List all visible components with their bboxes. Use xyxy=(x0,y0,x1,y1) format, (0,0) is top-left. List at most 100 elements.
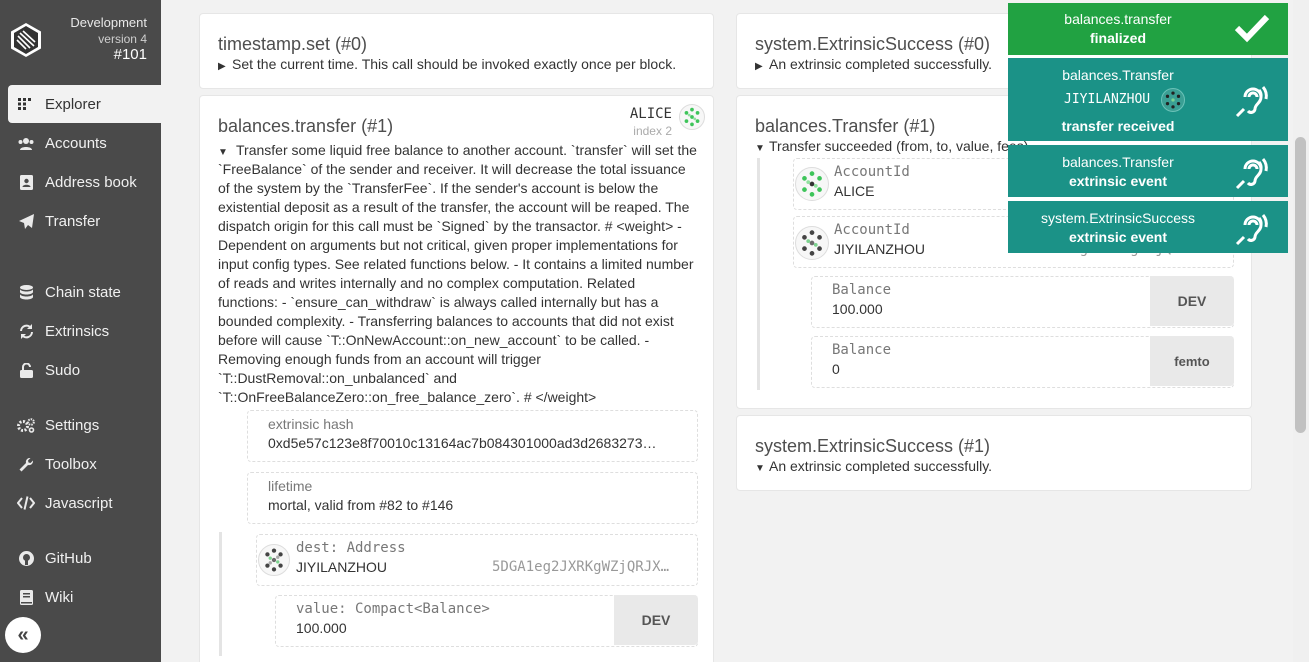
address-book-icon xyxy=(17,174,35,190)
field-value: ALICE xyxy=(834,183,875,199)
sidebar-item-extrinsics[interactable]: Extrinsics xyxy=(8,312,161,350)
sidebar-item-label: Explorer xyxy=(45,95,101,113)
event-summary-toggle[interactable]: ▼ An extrinsic completed successfully. xyxy=(755,458,1035,474)
sidebar-item-accounts[interactable]: Accounts xyxy=(8,124,161,162)
runtime-version: version 4 xyxy=(98,32,147,46)
params-divider xyxy=(219,532,222,656)
extrinsic-summary-toggle[interactable]: ▶ Set the current time. This call should … xyxy=(218,56,700,72)
field-value: mortal, valid from #82 to #146 xyxy=(268,497,454,513)
status-toast-finalized[interactable]: balances.transfer finalized xyxy=(1008,3,1288,55)
field-value: 100.000 xyxy=(832,301,883,317)
sidebar-item-label: Wiki xyxy=(45,588,74,606)
dest-account-address: 5DGA1eg2JXRKgWZjQRJX… xyxy=(492,559,670,575)
sidebar-item-toolbox[interactable]: Toolbox xyxy=(8,445,161,483)
hearing-icon xyxy=(1234,82,1270,123)
book-icon xyxy=(17,589,35,605)
toast-title: balances.Transfer xyxy=(1062,154,1174,170)
event-title: system.ExtrinsicSuccess (#1) xyxy=(755,436,991,456)
caret-right-icon: ▶ xyxy=(755,61,763,72)
to-identicon[interactable] xyxy=(795,226,829,260)
check-icon xyxy=(1234,13,1270,48)
sidebar-item-label: Chain state xyxy=(45,283,121,301)
dest-param-field: dest: Address JIYILANZHOU 5DGA1eg2JXRKgW… xyxy=(256,534,698,586)
extrinsic-title: balances.transfer (#1) xyxy=(218,116,394,136)
field-label: dest: Address xyxy=(296,540,406,556)
event-summary: An extrinsic completed successfully. xyxy=(769,56,993,72)
balance-unit-label[interactable]: DEV xyxy=(1150,276,1234,326)
toast-account: JIYILANZHOU xyxy=(1064,92,1151,107)
event-title: system.ExtrinsicSuccess (#0) xyxy=(755,34,991,54)
sidebar-item-transfer[interactable]: Transfer xyxy=(8,202,161,240)
users-icon xyxy=(17,135,35,151)
lifetime-field: lifetime mortal, valid from #82 to #146 xyxy=(247,472,698,524)
double-chevron-left-icon: « xyxy=(17,623,29,646)
page-scrollbar-thumb[interactable] xyxy=(1295,137,1306,433)
sidebar-item-label: Toolbox xyxy=(45,455,97,473)
sidebar-item-label: Address book xyxy=(45,173,137,191)
substrate-logo-icon[interactable] xyxy=(8,22,44,58)
field-value: 0xd5e57c123e8f70010c13164ac7b084301000ad… xyxy=(268,435,657,451)
sidebar-item-label: Sudo xyxy=(45,361,81,379)
signer-name: ALICE xyxy=(629,106,672,122)
field-value: JIYILANZHOU xyxy=(834,241,926,257)
chain-info: Development version 4 #101 xyxy=(0,0,161,84)
sidebar-item-javascript[interactable]: Javascript xyxy=(8,484,161,522)
hearing-icon xyxy=(1234,154,1270,195)
toast-title: system.ExtrinsicSuccess xyxy=(1040,210,1196,226)
sidebar-item-sudo[interactable]: Sudo xyxy=(8,351,161,389)
field-label: AccountId xyxy=(834,222,910,238)
sidebar-item-label: Transfer xyxy=(45,212,101,230)
field-label: value: Compact<Balance> xyxy=(296,601,490,617)
extrinsic-description: Transfer some liquid free balance to ano… xyxy=(218,142,697,405)
status-toast-extrinsic-success[interactable]: system.ExtrinsicSuccess extrinsic event xyxy=(1008,201,1288,253)
sidebar-item-address-book[interactable]: Address book xyxy=(8,163,161,201)
field-label: extrinsic hash xyxy=(268,416,354,432)
sidebar-item-github[interactable]: GitHub xyxy=(8,539,161,577)
status-toast-transfer-received[interactable]: balances.Transfer JIYILANZHOU transfer r… xyxy=(1008,58,1288,141)
sidebar-item-label: GitHub xyxy=(45,549,92,567)
explorer-icon xyxy=(17,96,35,112)
toast-account-identicon xyxy=(1161,88,1185,112)
sidebar-item-chain-state[interactable]: Chain state xyxy=(8,273,161,311)
dest-account-name: JIYILANZHOU xyxy=(296,559,388,575)
toast-title: balances.transfer xyxy=(1064,11,1172,27)
chain-name: Development xyxy=(70,15,147,30)
caret-down-icon: ▼ xyxy=(755,143,765,154)
event-summary: Transfer succeeded (from, to, value, fee… xyxy=(769,138,1033,154)
cogs-icon xyxy=(17,417,35,433)
wrench-icon xyxy=(17,456,35,472)
value-unit-label[interactable]: DEV xyxy=(614,595,698,645)
unlock-icon xyxy=(17,362,35,378)
extrinsic-card-transfer: balances.transfer (#1) ALICE index 2 ▼ T… xyxy=(199,95,714,662)
dest-identicon[interactable] xyxy=(258,544,290,576)
status-toast-transfer-event[interactable]: balances.Transfer extrinsic event xyxy=(1008,145,1288,197)
collapse-sidebar-button[interactable]: « xyxy=(5,617,41,653)
extrinsic-title: timestamp.set (#0) xyxy=(218,34,368,54)
sidebar-item-label: Extrinsics xyxy=(45,322,110,340)
sidebar-item-settings[interactable]: Settings xyxy=(8,406,161,444)
toast-title: balances.Transfer xyxy=(1062,67,1174,83)
event-summary-toggle[interactable]: ▶ An extrinsic completed successfully. xyxy=(755,56,1035,72)
field-label: AccountId xyxy=(834,164,910,180)
sidebar: Development version 4 #101 Explorer Acco… xyxy=(0,0,161,662)
field-value: 100.000 xyxy=(296,620,347,636)
signer-identicon[interactable] xyxy=(679,104,705,130)
sidebar-item-label: Javascript xyxy=(45,494,113,512)
event-title: balances.Transfer (#1) xyxy=(755,116,936,136)
sidebar-item-label: Settings xyxy=(45,416,100,434)
params-divider xyxy=(757,158,760,390)
toast-status: extrinsic event xyxy=(1068,229,1168,245)
field-label: lifetime xyxy=(268,478,313,494)
code-icon xyxy=(17,495,35,511)
toast-status: transfer received xyxy=(1061,118,1175,134)
caret-right-icon: ▶ xyxy=(218,61,226,72)
caret-down-icon: ▼ xyxy=(755,463,765,474)
balance-unit-label[interactable]: femto xyxy=(1150,336,1234,386)
sidebar-item-explorer[interactable]: Explorer xyxy=(8,85,161,123)
toast-status: extrinsic event xyxy=(1068,173,1168,189)
event-summary: An extrinsic completed successfully. xyxy=(769,458,993,474)
extrinsic-card-timestamp: timestamp.set (#0) ▶ Set the current time… xyxy=(199,13,714,89)
extrinsic-summary: Set the current time. This call should b… xyxy=(232,56,677,72)
sidebar-item-wiki[interactable]: Wiki xyxy=(8,578,161,616)
from-identicon[interactable] xyxy=(795,167,829,201)
